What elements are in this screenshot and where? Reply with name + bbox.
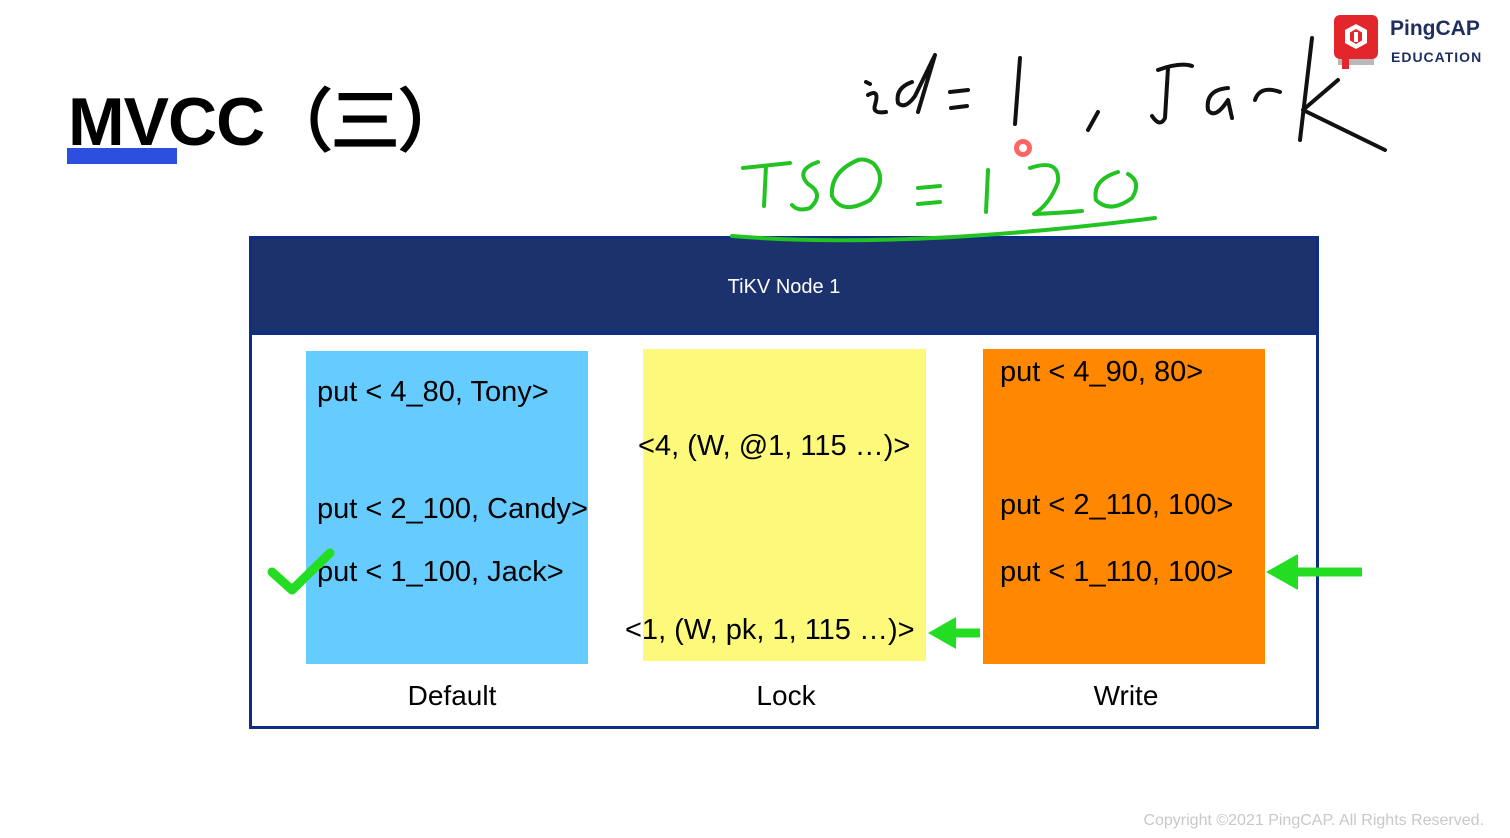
copyright-notice: Copyright ©2021 PingCAP. All Rights Rese… bbox=[1143, 812, 1484, 829]
default-entry: put < 4_80, Tony> bbox=[317, 376, 549, 408]
lock-entry: <1, (W, pk, 1, 115 …)> bbox=[625, 614, 915, 646]
write-entry: put < 4_90, 80> bbox=[1000, 356, 1204, 388]
lock-entry: <4, (W, @1, 115 …)> bbox=[638, 430, 911, 462]
write-entry: put < 2_110, 100> bbox=[1000, 489, 1234, 521]
handwritten-id-jack bbox=[864, 36, 1387, 152]
pingcap-logo: PingCAP EDUCATION bbox=[1334, 15, 1504, 75]
lock-cf-label: Lock bbox=[756, 680, 816, 711]
default-entry: put < 2_100, Candy> bbox=[317, 493, 588, 525]
logo-name: PingCAP bbox=[1390, 17, 1480, 40]
default-cf-label: Default bbox=[407, 680, 497, 711]
pingcap-logo-icon bbox=[1334, 15, 1378, 69]
title-underline bbox=[67, 148, 177, 164]
write-cf-label: Write bbox=[1093, 680, 1159, 711]
tikv-node-title: TiKV Node 1 bbox=[252, 239, 1316, 335]
laser-pointer bbox=[1014, 139, 1032, 157]
handwritten-tso bbox=[730, 157, 1157, 243]
default-entry: put < 1_100, Jack> bbox=[317, 556, 564, 588]
logo-subtitle: EDUCATION bbox=[1391, 49, 1483, 65]
write-entry: put < 1_110, 100> bbox=[1000, 556, 1234, 588]
